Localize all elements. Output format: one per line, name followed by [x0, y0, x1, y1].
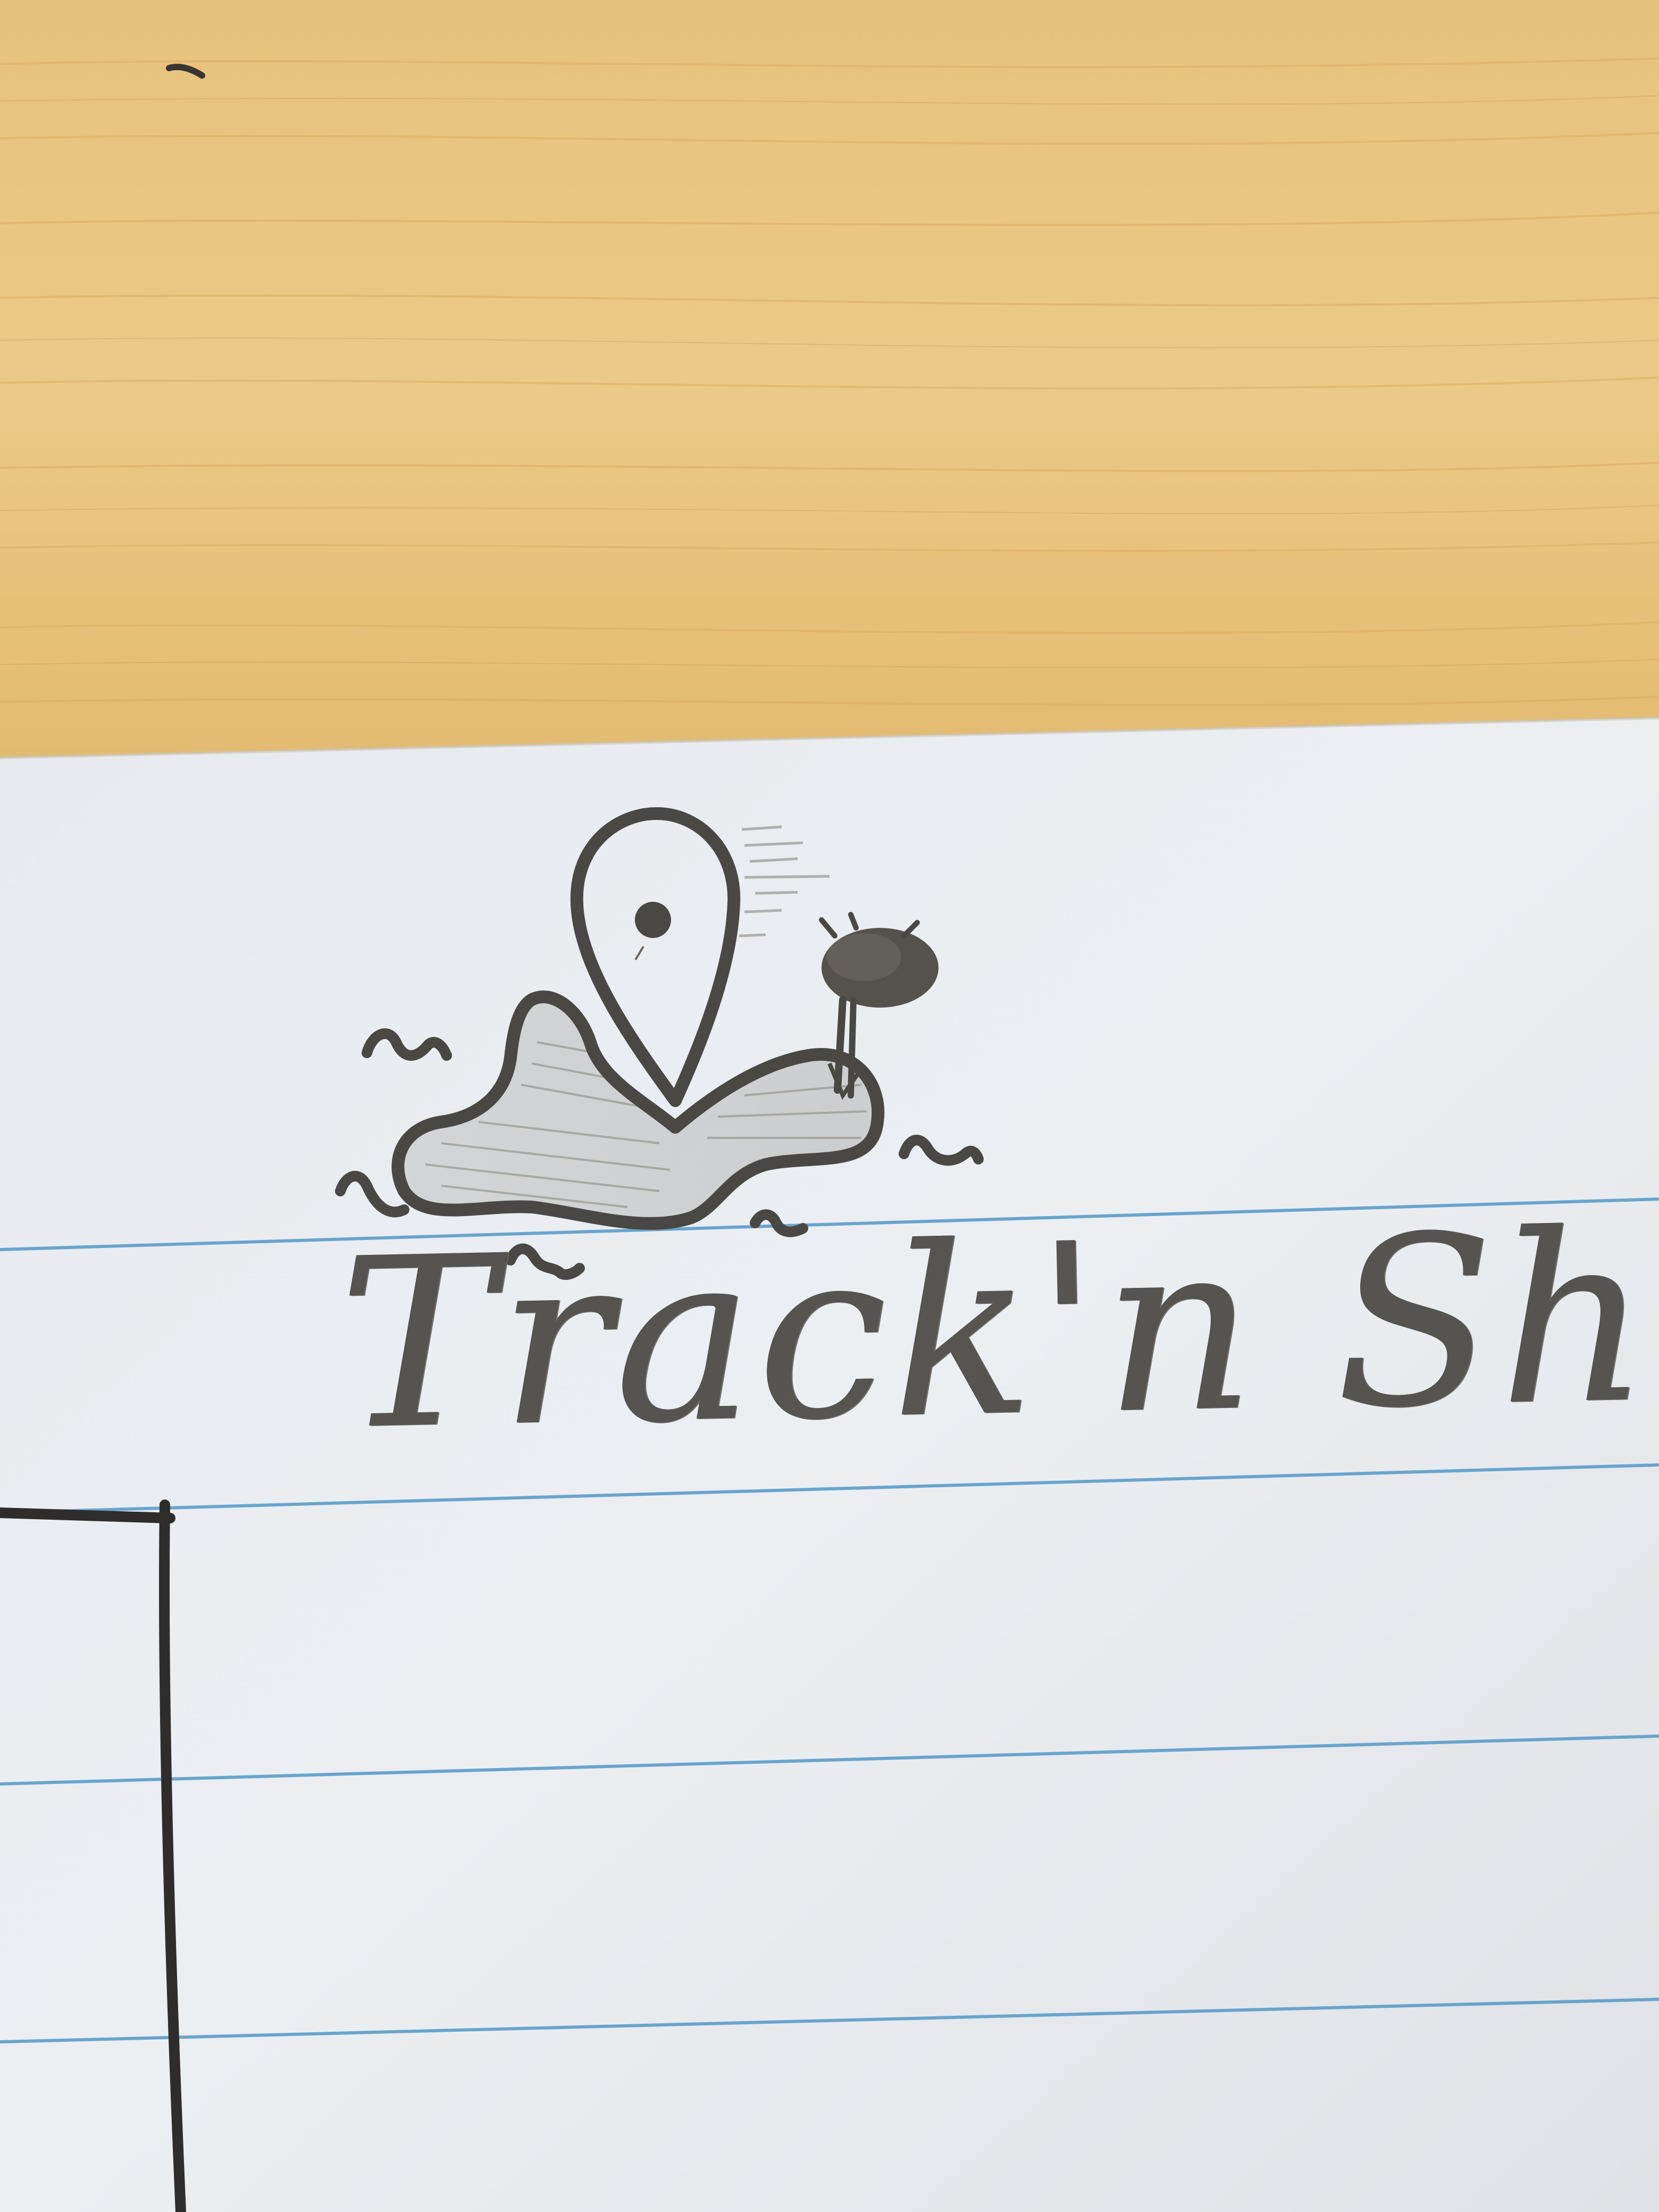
logo-wordmark: Track'n Shore	[337, 1174, 1659, 1481]
notebook-paper	[0, 716, 1659, 2212]
